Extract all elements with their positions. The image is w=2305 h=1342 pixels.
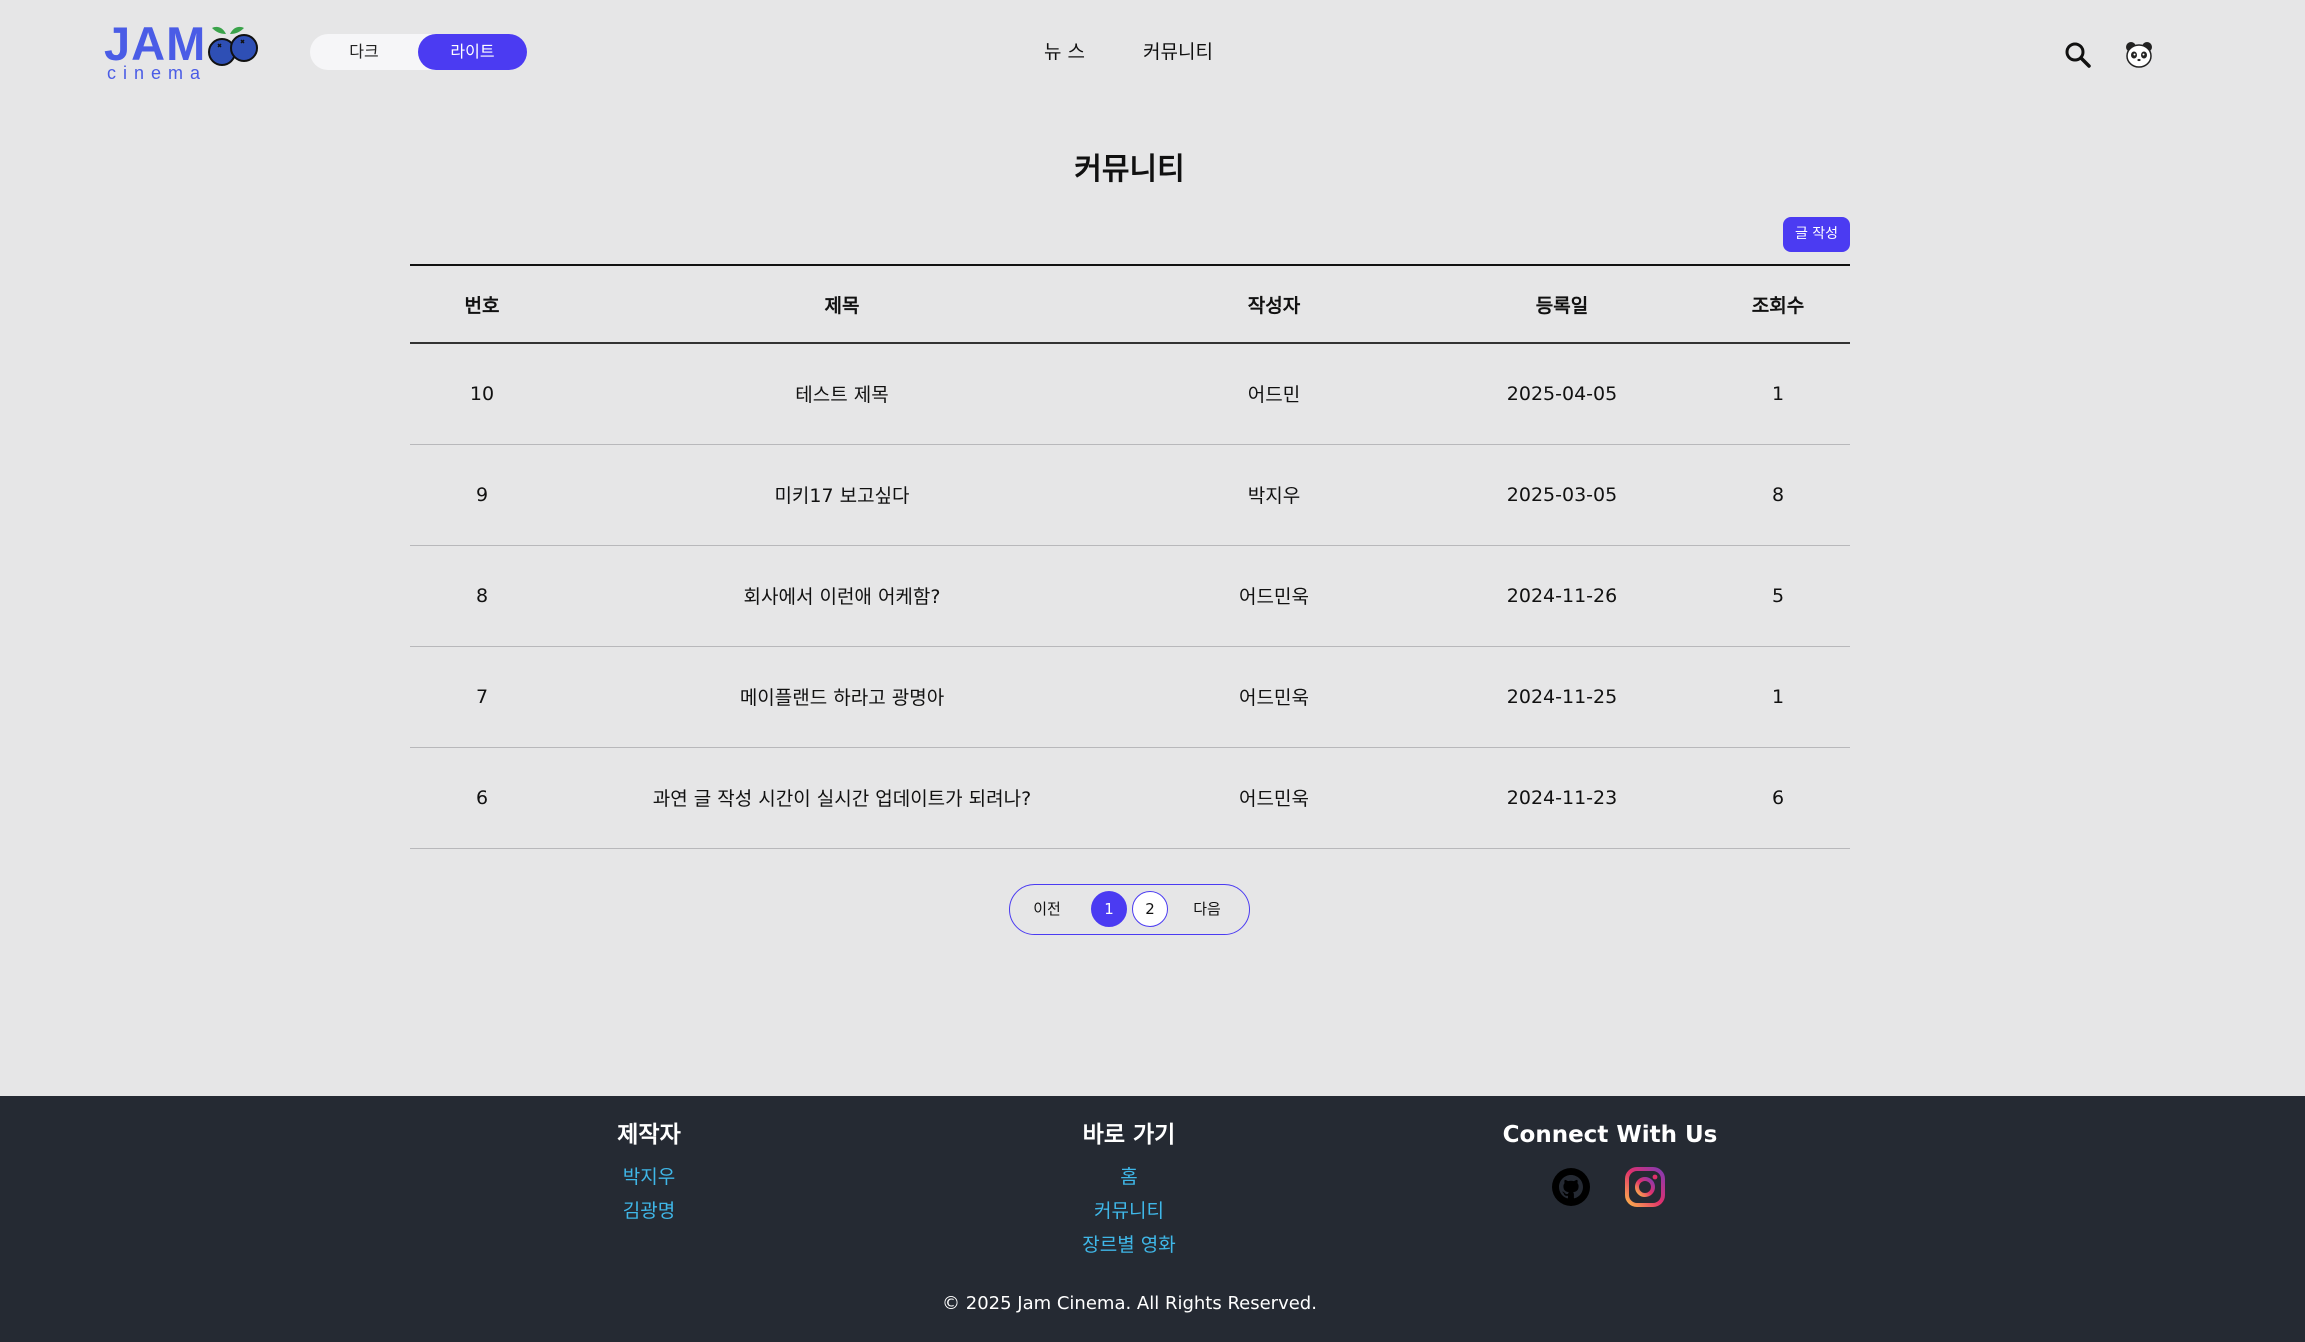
post-number: 9 xyxy=(410,444,554,546)
column-header-views: 조회수 xyxy=(1706,264,1850,344)
instagram-icon[interactable] xyxy=(1624,1166,1666,1208)
table-row[interactable]: 8 회사에서 이런애 어케함? 어드민욱 2024-11-26 5 xyxy=(410,545,1850,647)
search-icon[interactable] xyxy=(2063,40,2093,70)
post-views: 5 xyxy=(1706,545,1850,647)
table-row[interactable]: 9 미키17 보고싶다 박지우 2025-03-05 8 xyxy=(410,444,1850,546)
logo[interactable]: JAM cinema xyxy=(104,18,258,84)
footer-maker-link[interactable]: 박지우 xyxy=(549,1160,749,1194)
post-title[interactable]: 메이플랜드 하라고 광명아 xyxy=(554,646,1130,748)
write-post-button[interactable]: 글 작성 xyxy=(1783,217,1850,252)
post-title[interactable]: 테스트 제목 xyxy=(554,343,1130,445)
column-header-author: 작성자 xyxy=(1130,264,1418,344)
footer-shortcuts-heading: 바로 가기 xyxy=(1082,1122,1176,1148)
copyright: © 2025 Jam Cinema. All Rights Reserved. xyxy=(942,1293,1317,1314)
footer-makers: 제작자 박지우 김광명 xyxy=(549,1118,749,1228)
theme-dark-button[interactable]: 다크 xyxy=(310,34,418,70)
pagination-next-button[interactable]: 다음 xyxy=(1187,885,1227,933)
pagination-page-2[interactable]: 2 xyxy=(1132,891,1168,927)
footer-connect-heading: Connect With Us xyxy=(1502,1122,1718,1148)
post-author: 어드민욱 xyxy=(1130,646,1418,748)
post-author: 어드민욱 xyxy=(1130,545,1418,647)
post-title[interactable]: 미키17 보고싶다 xyxy=(554,444,1130,546)
post-table: 번호 제목 작성자 등록일 조회수 10 테스트 제목 어드민 2025-04-… xyxy=(410,264,1850,849)
table-row[interactable]: 7 메이플랜드 하라고 광명아 어드민욱 2024-11-25 1 xyxy=(410,646,1850,748)
post-author: 어드민욱 xyxy=(1130,747,1418,849)
post-number: 6 xyxy=(410,747,554,849)
footer-link-home[interactable]: 홈 xyxy=(1029,1160,1229,1194)
column-header-number: 번호 xyxy=(410,264,554,344)
post-title[interactable]: 과연 글 작성 시간이 실시간 업데이트가 되려나? xyxy=(554,747,1130,849)
footer-link-genre-movies[interactable]: 장르별 영화 xyxy=(1029,1228,1229,1262)
footer-connect: Connect With Us xyxy=(1460,1118,1760,1160)
post-date: 2024-11-23 xyxy=(1418,747,1706,849)
post-date: 2024-11-25 xyxy=(1418,646,1706,748)
post-views: 1 xyxy=(1706,343,1850,445)
post-number: 10 xyxy=(410,343,554,445)
post-date: 2025-04-05 xyxy=(1418,343,1706,445)
page: JAM cinema 다크 라이트 뉴 스 커뮤니티 커뮤니티 글 작성 번호 … xyxy=(0,0,2305,1342)
post-title[interactable]: 회사에서 이런애 어케함? xyxy=(554,545,1130,647)
post-number: 7 xyxy=(410,646,554,748)
nav-news[interactable]: 뉴 스 xyxy=(1044,36,1085,68)
column-header-date: 등록일 xyxy=(1418,264,1706,344)
post-views: 6 xyxy=(1706,747,1850,849)
theme-light-button[interactable]: 라이트 xyxy=(418,34,527,70)
post-date: 2025-03-05 xyxy=(1418,444,1706,546)
post-author: 어드민 xyxy=(1130,343,1418,445)
post-views: 1 xyxy=(1706,646,1850,748)
theme-toggle: 다크 라이트 xyxy=(310,34,527,70)
post-date: 2024-11-26 xyxy=(1418,545,1706,647)
footer-link-community[interactable]: 커뮤니티 xyxy=(1029,1194,1229,1228)
github-icon[interactable] xyxy=(1550,1166,1592,1208)
logo-subtitle: cinema xyxy=(107,63,208,83)
table-row[interactable]: 10 테스트 제목 어드민 2025-04-05 1 xyxy=(410,343,1850,445)
post-number: 8 xyxy=(410,545,554,647)
table-header-row: 번호 제목 작성자 등록일 조회수 xyxy=(410,264,1850,344)
header: JAM cinema 다크 라이트 뉴 스 커뮤니티 xyxy=(0,0,2305,104)
table-row[interactable]: 6 과연 글 작성 시간이 실시간 업데이트가 되려나? 어드민욱 2024-1… xyxy=(410,747,1850,849)
blueberry-icon xyxy=(208,26,258,66)
pagination-prev-button[interactable]: 이전 xyxy=(1027,885,1067,933)
column-header-title: 제목 xyxy=(554,264,1130,344)
post-views: 8 xyxy=(1706,444,1850,546)
footer-makers-heading: 제작자 xyxy=(617,1122,681,1148)
post-author: 박지우 xyxy=(1130,444,1418,546)
footer-maker-link[interactable]: 김광명 xyxy=(549,1194,749,1228)
panda-avatar-icon[interactable] xyxy=(2124,39,2154,69)
pagination: 이전 1 2 다음 xyxy=(1009,884,1250,935)
footer-shortcuts: 바로 가기 홈 커뮤니티 장르별 영화 xyxy=(1029,1118,1229,1262)
page-title: 커뮤니티 xyxy=(1074,152,1185,187)
nav-community[interactable]: 커뮤니티 xyxy=(1143,36,1213,68)
pagination-page-1[interactable]: 1 xyxy=(1091,891,1127,927)
